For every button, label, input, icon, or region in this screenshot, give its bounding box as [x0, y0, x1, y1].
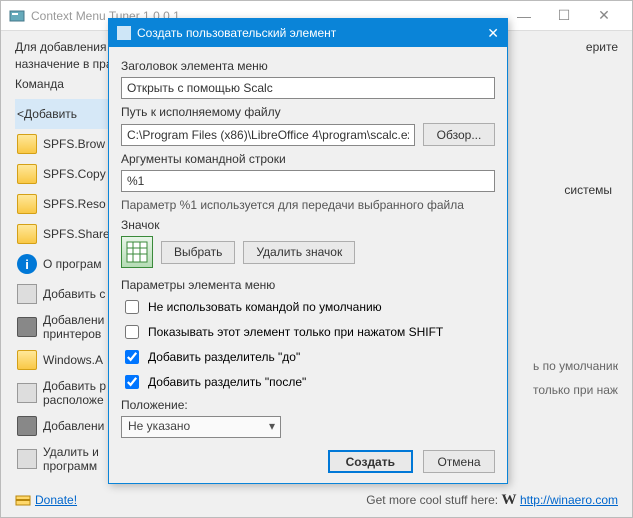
instr-l1: Для добавления нс [15, 40, 122, 54]
menu-title-input[interactable] [121, 77, 495, 99]
maximize-button[interactable]: ☐ [544, 7, 584, 24]
folder-icon [17, 164, 37, 184]
cancel-button[interactable]: Отмена [423, 450, 495, 473]
list-item[interactable]: Добавить ррасположе [15, 375, 120, 411]
choose-icon-button[interactable]: Выбрать [161, 241, 235, 264]
remove-icon-button[interactable]: Удалить значок [243, 241, 355, 264]
list-item[interactable]: SPFS.Brow [15, 129, 120, 159]
donate-icon [15, 493, 31, 507]
create-button[interactable]: Создать [328, 450, 413, 473]
footer: Donate! Get more cool stuff here: W http… [1, 489, 632, 511]
close-button[interactable]: ✕ [584, 7, 624, 24]
dialog-titlebar: Создать пользовательский элемент ✕ [109, 19, 507, 47]
list-item[interactable]: Добавлени [15, 411, 120, 441]
list-item[interactable]: Добавить с [15, 279, 120, 309]
browse-button[interactable]: Обзор... [423, 123, 495, 146]
list-item[interactable]: SPFS.Reso [15, 189, 120, 219]
params-section-label: Параметры элемента меню [121, 278, 495, 292]
list-item[interactable]: Добавленипринтеров [15, 309, 120, 345]
args-input[interactable] [121, 170, 495, 192]
minimize-button[interactable]: — [504, 8, 544, 24]
icon-section-label: Значок [121, 218, 495, 232]
uninstall-icon [17, 449, 37, 469]
cb-sep-after[interactable]: Добавить разделить "после" [121, 372, 495, 392]
exe-path-label: Путь к исполняемому файлу [121, 105, 495, 119]
app-icon [9, 8, 25, 24]
position-select[interactable]: Не указано [121, 416, 281, 438]
folder-icon [17, 350, 37, 370]
winaero-link[interactable]: http://winaero.com [520, 493, 618, 507]
right-item: только при нажат [533, 383, 618, 407]
instr-l2: назначение в прав [15, 57, 119, 71]
right-text-1: системы [564, 183, 612, 197]
printer-icon [17, 416, 37, 436]
args-label: Аргументы командной строки [121, 152, 495, 166]
box-icon [17, 284, 37, 304]
icon-preview [121, 236, 153, 268]
list-item[interactable]: SPFS.Share [15, 219, 120, 249]
footer-more: Get more cool stuff here: W http://winae… [366, 492, 618, 509]
dialog-title: Создать пользовательский элемент [137, 26, 463, 40]
folder-icon [17, 224, 37, 244]
right-item: ь по умолчанию [533, 359, 618, 383]
info-icon: i [17, 254, 37, 274]
cb-shift-only[interactable]: Показывать этот элемент только при нажат… [121, 322, 495, 342]
sidebar-item-add[interactable]: <Добавить [15, 99, 120, 129]
box-icon [17, 383, 37, 403]
dialog-icon [117, 26, 131, 40]
printer-icon [17, 317, 37, 337]
cb-no-default[interactable]: Не использовать командой по умолчанию [121, 297, 495, 317]
position-label: Положение: [121, 398, 495, 412]
sidebar: <Добавить SPFS.Brow SPFS.Copy SPFS.Reso … [15, 99, 120, 477]
list-item[interactable]: Windows.A [15, 345, 120, 375]
list-item[interactable]: Удалить ипрограмм [15, 441, 120, 477]
dialog-close-button[interactable]: ✕ [463, 25, 499, 42]
right-panel: ь по умолчанию только при нажат [533, 359, 618, 407]
folder-icon [17, 194, 37, 214]
args-hint: Параметр %1 используется для передачи вы… [121, 198, 495, 212]
list-item[interactable]: SPFS.Copy [15, 159, 120, 189]
folder-icon [17, 134, 37, 154]
donate-link[interactable]: Donate! [15, 493, 77, 507]
list-item[interactable]: iО програм [15, 249, 120, 279]
instr-tail: ерите [586, 39, 618, 56]
create-item-dialog: Создать пользовательский элемент ✕ Загол… [108, 18, 508, 484]
menu-title-label: Заголовок элемента меню [121, 59, 495, 73]
exe-path-input[interactable] [121, 124, 415, 146]
cb-sep-before[interactable]: Добавить разделитель "до" [121, 347, 495, 367]
